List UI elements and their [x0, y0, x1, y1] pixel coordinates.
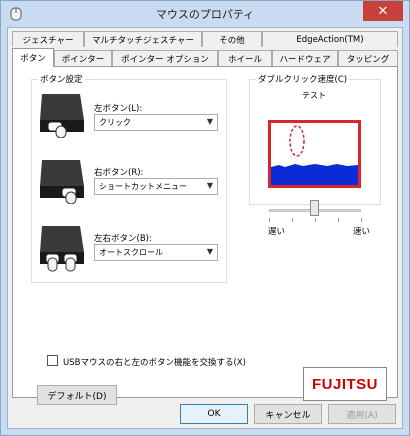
slider-tick	[315, 218, 316, 222]
double-click-speed-slider[interactable]	[310, 200, 319, 216]
chevron-down-icon: ▼	[206, 117, 213, 126]
chevron-down-icon: ▼	[206, 247, 213, 256]
both-buttons-label: 左右ボタン(B):	[94, 234, 152, 244]
swap-buttons-checkbox[interactable]	[47, 355, 58, 366]
double-click-speed-label: ダブルクリック速度(C)	[256, 73, 350, 85]
test-label: テスト	[302, 91, 326, 100]
tab-other[interactable]: その他	[202, 31, 262, 47]
close-button[interactable]: ✕	[363, 1, 403, 21]
mouse-properties-window: マウスのプロパティ ✕ ジェスチャー マルチタッチジェスチャー その他 Edge…	[0, 0, 410, 436]
default-button[interactable]: デフォルト(D)	[37, 385, 117, 405]
swap-buttons-label: USBマウスの右と左のボタン機能を交換する(X)	[63, 358, 246, 368]
tab-tapping[interactable]: タッピング	[338, 50, 398, 66]
mouse-app-icon	[10, 7, 22, 21]
close-icon: ✕	[377, 3, 389, 19]
slider-tick	[269, 218, 270, 222]
apply-button[interactable]: 適用(A)	[328, 404, 396, 424]
tab-hardware[interactable]: ハードウェア	[272, 50, 338, 66]
test-area-graphic	[271, 125, 358, 185]
tab-pointer-options[interactable]: ポインター オプション	[112, 50, 218, 66]
ok-button[interactable]: OK	[180, 404, 248, 424]
slider-tick	[292, 218, 293, 222]
window-title: マウスのプロパティ	[155, 8, 255, 21]
left-button-select[interactable]: クリック ▼	[94, 114, 218, 131]
slider-tick	[361, 218, 362, 222]
right-button-select[interactable]: ショートカットメニュー ▼	[94, 178, 218, 195]
fujitsu-logo: FUJITSU	[303, 367, 387, 401]
cancel-button[interactable]: キャンセル	[254, 404, 322, 424]
fast-label: 速い	[353, 227, 371, 237]
tab-wheel[interactable]: ホイール	[218, 50, 272, 66]
dialog-client-area: ジェスチャー マルチタッチジェスチャー その他 EdgeAction(TM) ボ…	[7, 27, 403, 429]
left-button-label: 左ボタン(L):	[94, 104, 143, 114]
chevron-down-icon: ▼	[206, 181, 213, 190]
double-click-test-area[interactable]	[268, 120, 361, 188]
button-settings-label: ボタン設定	[38, 73, 85, 85]
slider-tick	[338, 218, 339, 222]
tab-multitouch-gesture[interactable]: マルチタッチジェスチャー	[84, 31, 202, 47]
tab-pointer[interactable]: ポインター	[54, 50, 112, 66]
mouse-right-button-image	[40, 160, 84, 204]
both-buttons-select[interactable]: オートスクロール ▼	[94, 244, 218, 261]
title-bar: マウスのプロパティ ✕	[1, 1, 409, 27]
buttons-tab-panel: ボタン設定 左ボタン(L): クリック ▼ 右ボタン(R): ショートカットメニ…	[12, 66, 398, 405]
right-button-label: 右ボタン(R):	[94, 168, 144, 178]
mouse-left-button-image	[40, 94, 84, 138]
button-settings-group: ボタン設定 左ボタン(L): クリック ▼ 右ボタン(R): ショートカットメニ…	[31, 73, 227, 283]
tab-gesture[interactable]: ジェスチャー	[12, 31, 84, 47]
tab-edgeaction[interactable]: EdgeAction(TM)	[262, 31, 398, 47]
mouse-both-buttons-image	[40, 226, 84, 272]
tab-buttons[interactable]: ボタン	[12, 48, 54, 67]
slow-label: 遅い	[268, 227, 286, 237]
